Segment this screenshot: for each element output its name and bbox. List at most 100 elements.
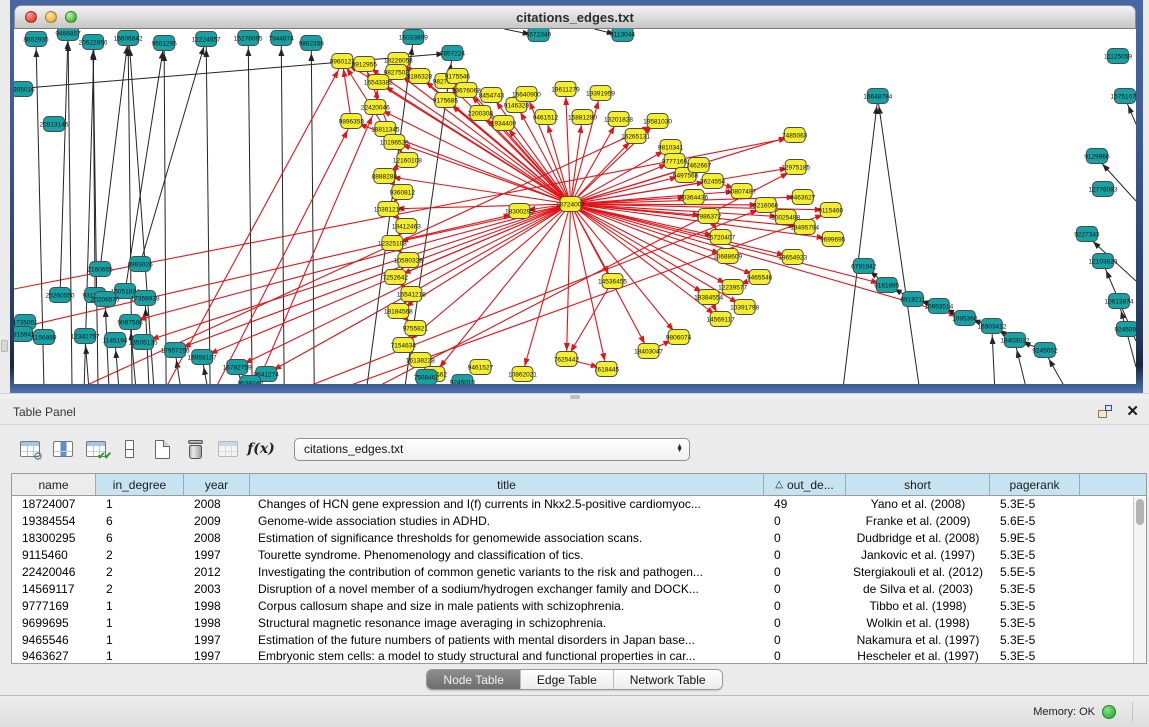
network-canvas[interactable]: 1872400789601238912955182260589827503165… [14,29,1136,384]
column-header-name[interactable]: name [12,474,96,495]
graph-edge [342,61,351,121]
graph-node-label: 7986372 [696,213,722,220]
zoom-window-button[interactable] [65,11,77,23]
divider-handle-icon[interactable] [570,395,580,399]
graph-node-label: 1145194 [103,337,128,344]
graph-node-label: 9461527 [468,364,494,371]
memory-status-indicator[interactable] [1102,705,1116,719]
table-row[interactable]: 977716911998Corpus callosum shape and si… [12,597,1146,614]
column-header-year[interactable]: year [184,474,250,495]
network-window: citations_edges.txt 18724007896012389129… [10,0,1143,393]
graph-node-label: 12103829 [1089,258,1118,265]
table-tabbar: Node TableEdge TableNetwork Table [0,664,1149,695]
graph-edge [843,98,878,384]
vertical-scrollbar[interactable] [1133,497,1146,663]
table-row[interactable]: 946554611997Estimation of the future num… [12,631,1146,648]
new-file-icon[interactable] [148,435,176,463]
table-row[interactable]: 1872400712008Changes of HCN gene express… [12,496,1146,513]
table-cell: 9699695 [12,616,96,630]
table-row[interactable]: 2242004622012Investigating the contribut… [12,564,1146,581]
graph-edge [281,40,284,384]
table-cell: Changes of HCN gene expression and I(f) … [250,497,764,511]
table-panel: Table Panel ✕ ⚙✔✔f(x) citations_edges.tx… [0,399,1149,695]
table-cell: 1 [96,633,184,647]
table-cell: 49 [764,497,846,511]
graph-node-label: 9227343 [1074,231,1100,238]
table-row[interactable]: 946362711997Embryonic stem cells: a mode… [12,648,1146,663]
graph-node-label: 7485063 [782,132,808,139]
function-icon[interactable]: f(x) [247,435,275,463]
float-panel-icon[interactable] [1098,405,1112,418]
graph-node-label: 7618445 [594,366,620,373]
column-header-short[interactable]: short [846,474,990,495]
table-cell: Wolkin et al. (1998) [846,616,990,630]
table-cell: Estimation of the future numbers of pati… [250,633,764,647]
table-cell: 5.3E-5 [990,649,1080,663]
graph-node-label: 9360812 [390,189,416,196]
graph-node-label: 1156869 [32,334,57,341]
graph-node-label: 9777169 [662,158,688,165]
row-height-icon[interactable] [115,435,143,463]
combo-arrows-icon: ▲▼ [676,445,683,453]
graph-edge [206,41,210,384]
close-window-button[interactable] [25,11,37,23]
import-table-icon[interactable] [214,435,242,463]
graph-node-label: 9461512 [533,114,559,121]
table-row[interactable]: 1938455462009Genome-wide association stu… [12,513,1146,530]
column-header-title[interactable]: title [250,474,764,495]
tab-edge-table[interactable]: Edge Table [521,670,614,689]
graph-node-label: 7154634 [391,342,417,349]
tab-node-table[interactable]: Node Table [427,670,521,689]
column-checks-icon[interactable]: ✔✔ [82,435,110,463]
scrollbar-thumb[interactable] [1136,499,1144,525]
table-cell: 1 [96,599,184,613]
graph-node-label: 1934409 [491,120,517,127]
table-row[interactable]: 911546021997Tourette syndrome. Phenomeno… [12,547,1146,564]
graph-node-label: 16265131 [621,133,650,140]
graph-node-label: 13505135 [129,339,158,346]
table-cell: 18724007 [12,497,96,511]
graph-node-label: 8888288 [372,173,398,180]
column-header-in_degree[interactable]: in_degree [96,474,184,495]
graph-node-label: 16541218 [397,291,426,298]
delete-icon[interactable] [181,435,209,463]
graph-node-label: 9161695 [874,282,900,289]
window-resize-grip[interactable] [1132,702,1139,722]
graph-node-label: 8852935 [23,36,49,43]
table-cell: 5.3E-5 [990,497,1080,511]
graph-node-label: 1735051 [14,319,38,326]
graph-node-label: 19384554 [694,294,723,301]
table-cell: 5.9E-5 [990,531,1080,545]
table-cell: Tourette syndrome. Phenomenology and cla… [250,548,764,562]
table-cell: Disruption of a novel member of a sodium… [250,582,764,596]
table-cell: Jankovic et al. (1997) [846,548,990,562]
table-cell: 0 [764,633,846,647]
graph-edge [130,204,570,322]
table-settings-icon[interactable]: ⚙ [16,435,44,463]
graph-edge [128,40,132,384]
network-table-select[interactable]: citations_edges.txt ▲▼ [294,438,690,461]
column-header-pagerank[interactable]: pagerank [990,474,1080,495]
graph-node-label: 12342757 [71,333,100,340]
panel-collapse-handle[interactable] [1,340,8,352]
graph-node-label: 9245052 [1032,347,1058,354]
table-cell: 2012 [184,565,250,579]
column-header-out_de[interactable]: △out_de... [764,474,846,495]
close-panel-icon[interactable]: ✕ [1126,404,1139,419]
tab-network-table[interactable]: Network Table [614,670,722,689]
graph-node-label: 12224657 [192,36,221,43]
graph-edge [175,204,570,350]
window-titlebar[interactable]: citations_edges.txt [14,5,1136,29]
graph-node-label: 7462667 [686,162,712,169]
table-row[interactable]: 969969511998Structural magnetic resonanc… [12,614,1146,631]
graph-node-label: 2160655 [87,266,113,273]
table-row[interactable]: 1830029562008Estimation of significance … [12,530,1146,547]
split-pane-divider[interactable] [0,393,1149,399]
minimize-window-button[interactable] [45,11,57,23]
table-row[interactable]: 1456911722003Disruption of a novel membe… [12,580,1146,597]
graph-node-label: 18300295 [505,208,534,215]
graph-node-label: 10613874 [1105,298,1134,305]
select-columns-icon[interactable] [49,435,77,463]
graph-node-label: 15276095 [234,35,263,42]
table-cell: 0 [764,548,846,562]
